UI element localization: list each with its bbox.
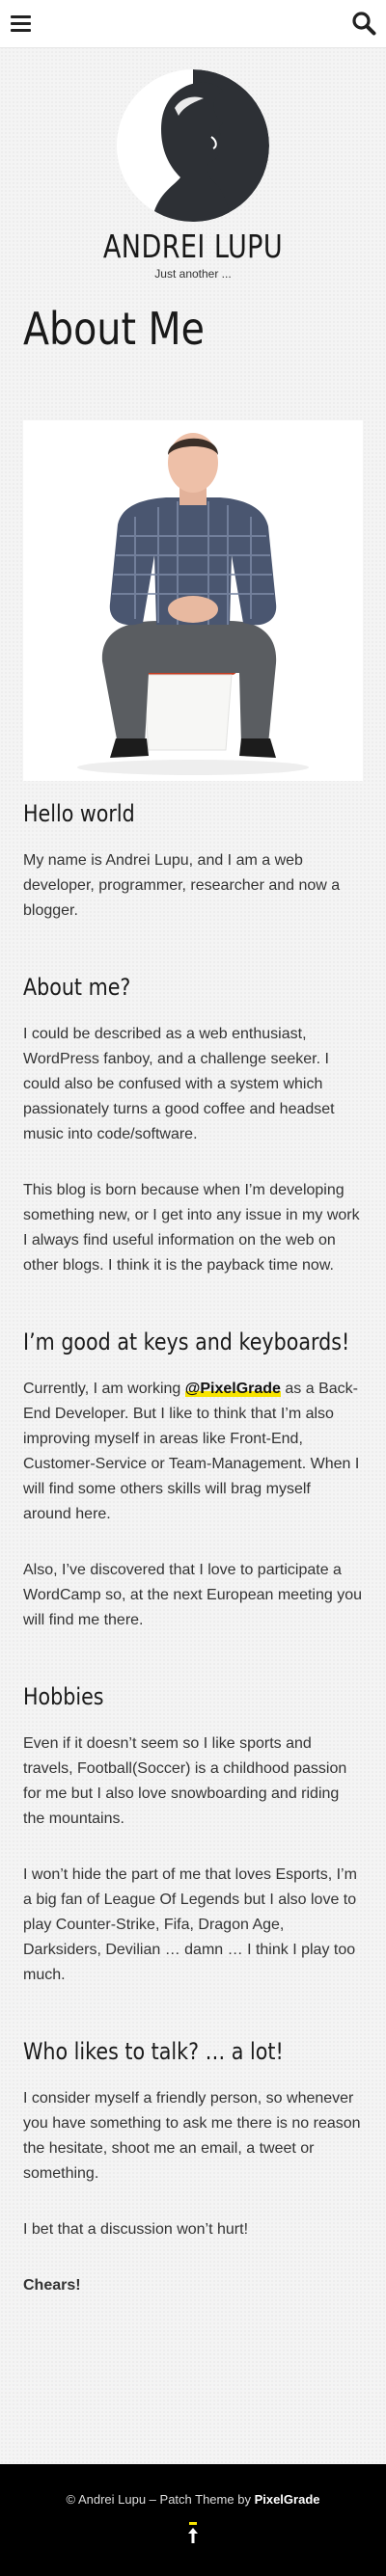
section-heading-hello: Hello world <box>23 800 135 827</box>
page-content: Hello world My name is Andrei Lupu, and … <box>23 791 363 2329</box>
section-heading-talk: Who likes to talk? … a lot! <box>23 2038 284 2065</box>
section-heading-keys: I’m good at keys and keyboards! <box>23 1328 350 1355</box>
site-footer: © Andrei Lupu – Patch Theme by PixelGrad… <box>0 2464 386 2576</box>
section-heading-hobbies: Hobbies <box>23 1683 104 1710</box>
footer-text: © Andrei Lupu – Patch Theme by <box>66 2492 255 2507</box>
site-logo[interactable] <box>117 69 269 222</box>
paragraph: I could be described as a web enthusiast… <box>23 1026 335 1142</box>
footer-credits: © Andrei Lupu – Patch Theme by PixelGrad… <box>0 2492 386 2507</box>
paragraph-work: Currently, I am working @PixelGrade as a… <box>23 1377 363 1527</box>
section-heading-about: About me? <box>23 974 131 1001</box>
paragraph: I consider myself a friendly person, so … <box>23 2090 361 2182</box>
profile-photo <box>23 420 363 781</box>
paragraph: Even if it doesn’t seem so I like sports… <box>23 1735 347 1827</box>
paragraph: This blog is born because when I’m devel… <box>23 1182 360 1274</box>
pixelgrade-mention-link[interactable]: @PixelGrade <box>185 1381 281 1397</box>
top-bar <box>0 0 386 48</box>
text: Currently, I am working <box>23 1381 185 1397</box>
signoff: Chears! <box>23 2277 81 2294</box>
arrow-up-icon[interactable] <box>185 2522 201 2545</box>
paragraph: Also, I’ve discovered that I love to par… <box>23 1562 363 1628</box>
site-tagline: Just another ... <box>154 267 232 281</box>
paragraph: I won’t hide the part of me that loves E… <box>23 1866 357 1983</box>
page-title: About Me <box>23 303 206 355</box>
text: as a Back-End Developer. But I like to t… <box>23 1381 360 1522</box>
paragraph: My name is Andrei Lupu, and I am a web d… <box>23 852 341 919</box>
site-title[interactable]: ANDREI LUPU <box>35 228 351 265</box>
menu-icon[interactable] <box>10 12 33 35</box>
search-icon[interactable] <box>351 11 376 36</box>
paragraph: I bet that a discussion won’t hurt! <box>23 2221 249 2238</box>
footer-pixelgrade-link[interactable]: PixelGrade <box>255 2492 320 2507</box>
